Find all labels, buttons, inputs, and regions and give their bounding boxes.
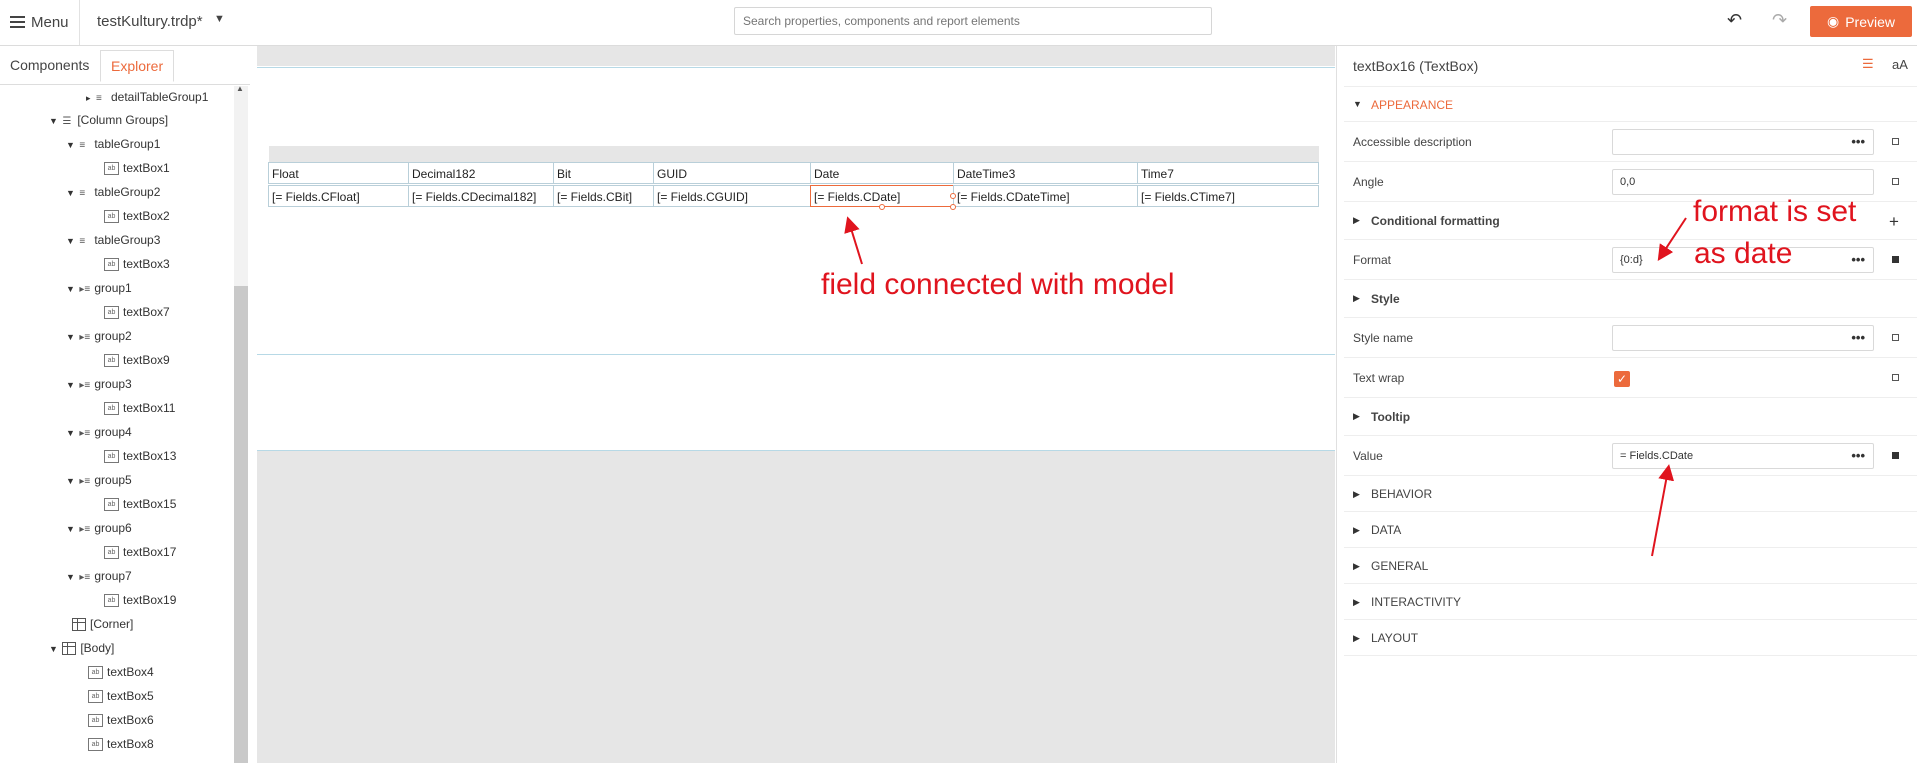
arrow-to-date-cell bbox=[844, 216, 863, 265]
annotation-arrows bbox=[844, 216, 1687, 557]
arrow-to-value-input bbox=[1651, 464, 1675, 557]
arrow-to-format-input bbox=[1657, 217, 1687, 262]
